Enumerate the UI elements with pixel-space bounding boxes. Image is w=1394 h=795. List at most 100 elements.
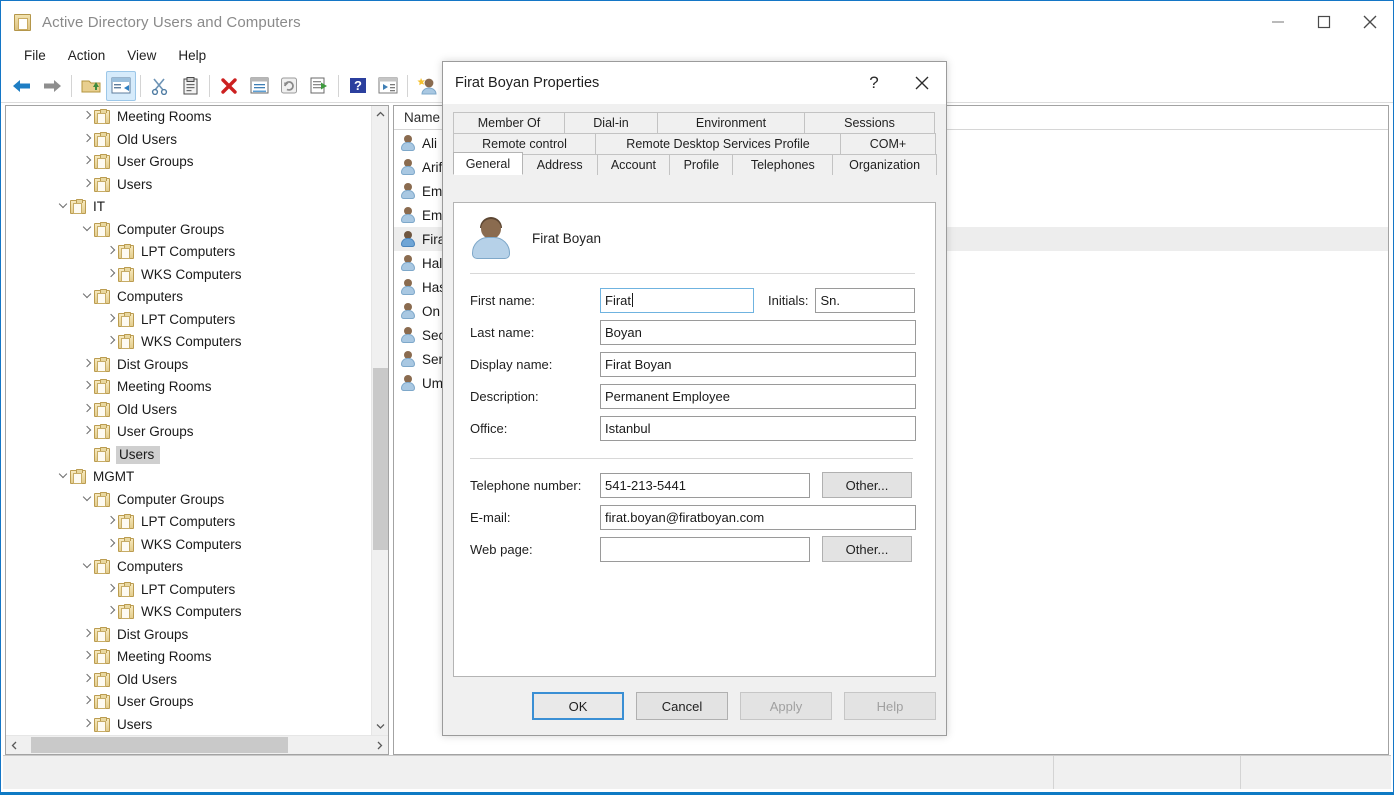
menu-view[interactable]: View bbox=[116, 45, 167, 67]
chevron-down-icon[interactable] bbox=[80, 494, 94, 506]
tree-item[interactable]: Old Users bbox=[6, 399, 371, 422]
chevron-right-icon[interactable] bbox=[104, 584, 118, 596]
cancel-button[interactable]: Cancel bbox=[636, 692, 728, 720]
tree-item[interactable]: User Groups bbox=[6, 691, 371, 714]
tree-item[interactable]: WKS Computers bbox=[6, 331, 371, 354]
tree-item[interactable]: Meeting Rooms bbox=[6, 106, 371, 129]
chevron-right-icon[interactable] bbox=[104, 246, 118, 258]
tree-item[interactable]: Meeting Rooms bbox=[6, 646, 371, 669]
tree-item[interactable]: LPT Computers bbox=[6, 309, 371, 332]
ok-button[interactable]: OK bbox=[532, 692, 624, 720]
tab-com[interactable]: COM+ bbox=[840, 133, 936, 154]
tab-remote-desktop-services-profile[interactable]: Remote Desktop Services Profile bbox=[595, 133, 841, 154]
tree-item[interactable]: Old Users bbox=[6, 669, 371, 692]
tree-hscroll-thumb[interactable] bbox=[31, 737, 288, 753]
tab-organization[interactable]: Organization bbox=[832, 154, 937, 175]
chevron-down-icon[interactable] bbox=[56, 201, 70, 213]
tree-item[interactable]: Computers bbox=[6, 556, 371, 579]
chevron-right-icon[interactable] bbox=[80, 134, 94, 146]
tab-remote-control[interactable]: Remote control bbox=[453, 133, 596, 154]
dialog-close-button[interactable] bbox=[900, 62, 944, 104]
scroll-down-arrow-icon[interactable] bbox=[372, 718, 389, 735]
up-one-level-icon[interactable] bbox=[76, 71, 106, 101]
telephone-other-button[interactable]: Other... bbox=[822, 472, 912, 498]
chevron-down-icon[interactable] bbox=[56, 471, 70, 483]
web-page-input[interactable] bbox=[600, 536, 810, 562]
telephone-input[interactable]: 541-213-5441 bbox=[600, 472, 810, 498]
last-name-input[interactable]: Boyan bbox=[600, 319, 916, 345]
tab-account[interactable]: Account bbox=[596, 154, 671, 175]
chevron-right-icon[interactable] bbox=[104, 516, 118, 528]
tree-item[interactable]: Users bbox=[6, 714, 371, 736]
chevron-right-icon[interactable] bbox=[80, 719, 94, 731]
tree-item[interactable]: Computer Groups bbox=[6, 489, 371, 512]
tab-environment[interactable]: Environment bbox=[657, 112, 805, 133]
tree-horizontal-scrollbar[interactable] bbox=[6, 735, 388, 754]
chevron-right-icon[interactable] bbox=[104, 314, 118, 326]
tree-item[interactable]: Old Users bbox=[6, 129, 371, 152]
tab-address[interactable]: Address bbox=[521, 154, 598, 175]
office-input[interactable]: Istanbul bbox=[600, 415, 916, 441]
tree-item[interactable]: User Groups bbox=[6, 421, 371, 444]
tree-item[interactable]: Dist Groups bbox=[6, 354, 371, 377]
chevron-right-icon[interactable] bbox=[80, 629, 94, 641]
tab-general[interactable]: General bbox=[453, 152, 523, 175]
chevron-down-icon[interactable] bbox=[80, 291, 94, 303]
chevron-right-icon[interactable] bbox=[80, 359, 94, 371]
tree-item[interactable]: Meeting Rooms bbox=[6, 376, 371, 399]
tree-item[interactable]: User Groups bbox=[6, 151, 371, 174]
chevron-right-icon[interactable] bbox=[80, 111, 94, 123]
chevron-right-icon[interactable] bbox=[104, 336, 118, 348]
chevron-right-icon[interactable] bbox=[80, 179, 94, 191]
initials-input[interactable]: Sn. bbox=[815, 287, 916, 313]
properties-icon[interactable] bbox=[244, 71, 274, 101]
tree-scroll-thumb[interactable] bbox=[373, 368, 388, 550]
description-input[interactable]: Permanent Employee bbox=[600, 383, 916, 409]
tree-item[interactable]: IT bbox=[6, 196, 371, 219]
scroll-right-arrow-icon[interactable] bbox=[371, 736, 388, 754]
display-name-input[interactable]: Firat Boyan bbox=[600, 351, 916, 377]
show-hide-action-pane-icon[interactable] bbox=[373, 71, 403, 101]
tab-profile[interactable]: Profile bbox=[669, 154, 734, 175]
chevron-right-icon[interactable] bbox=[80, 426, 94, 438]
tree-item[interactable]: Dist Groups bbox=[6, 624, 371, 647]
tree-item[interactable]: MGMT bbox=[6, 466, 371, 489]
chevron-right-icon[interactable] bbox=[104, 606, 118, 618]
tree-vertical-scrollbar[interactable] bbox=[371, 106, 388, 735]
chevron-right-icon[interactable] bbox=[80, 696, 94, 708]
chevron-right-icon[interactable] bbox=[80, 404, 94, 416]
tab-member-of[interactable]: Member Of bbox=[453, 112, 565, 133]
chevron-down-icon[interactable] bbox=[80, 561, 94, 573]
chevron-right-icon[interactable] bbox=[80, 651, 94, 663]
tab-telephones[interactable]: Telephones bbox=[732, 154, 834, 175]
chevron-right-icon[interactable] bbox=[80, 156, 94, 168]
tab-sessions[interactable]: Sessions bbox=[804, 112, 935, 133]
tree-item[interactable]: Users bbox=[6, 444, 371, 467]
web-page-other-button[interactable]: Other... bbox=[822, 536, 912, 562]
chevron-down-icon[interactable] bbox=[80, 224, 94, 236]
tree-item[interactable]: Computer Groups bbox=[6, 219, 371, 242]
dialog-tab-strip[interactable]: Member Of Dial-in Environment Sessions Remot… bbox=[443, 104, 946, 175]
tree-item[interactable]: LPT Computers bbox=[6, 511, 371, 534]
back-icon[interactable] bbox=[7, 71, 37, 101]
chevron-right-icon[interactable] bbox=[104, 539, 118, 551]
show-hide-console-tree-icon[interactable] bbox=[106, 70, 136, 101]
new-user-icon[interactable] bbox=[412, 71, 442, 101]
first-name-input[interactable]: Firat bbox=[600, 287, 754, 313]
chevron-right-icon[interactable] bbox=[104, 269, 118, 281]
tree-item[interactable]: Users bbox=[6, 174, 371, 197]
help-icon[interactable]: ? bbox=[343, 71, 373, 101]
console-tree[interactable]: Meeting Rooms Old Users User Groups Users IT… bbox=[6, 106, 371, 735]
forward-icon[interactable] bbox=[37, 71, 67, 101]
minimize-button[interactable] bbox=[1255, 1, 1301, 43]
tree-item[interactable]: WKS Computers bbox=[6, 264, 371, 287]
tree-item[interactable]: LPT Computers bbox=[6, 579, 371, 602]
tree-item[interactable]: LPT Computers bbox=[6, 241, 371, 264]
export-list-icon[interactable] bbox=[304, 71, 334, 101]
scroll-left-arrow-icon[interactable] bbox=[6, 736, 23, 754]
dialog-help-button[interactable]: ? bbox=[852, 62, 896, 104]
chevron-right-icon[interactable] bbox=[80, 674, 94, 686]
menu-help[interactable]: Help bbox=[167, 45, 217, 67]
menu-action[interactable]: Action bbox=[57, 45, 117, 67]
chevron-right-icon[interactable] bbox=[80, 381, 94, 393]
